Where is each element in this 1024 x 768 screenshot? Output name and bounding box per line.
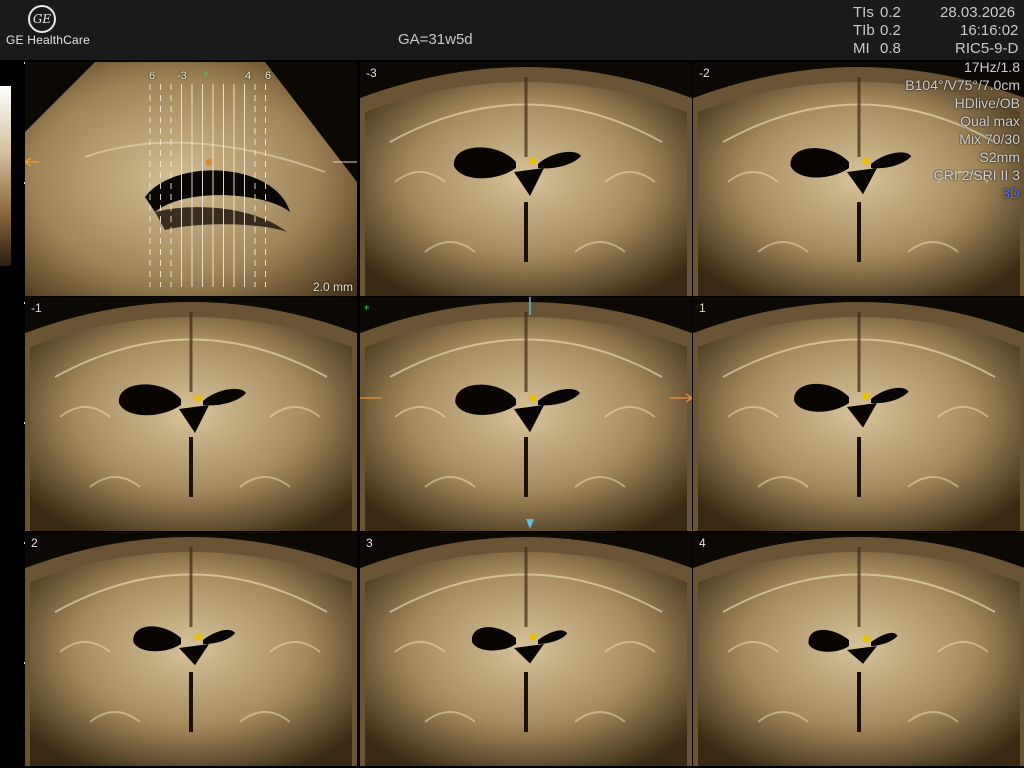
- tib-value: 0.2: [880, 22, 901, 39]
- slice-number: 2: [31, 536, 38, 550]
- slice-number: -2: [699, 66, 710, 80]
- center-slice-view[interactable]: *: [360, 297, 692, 531]
- slice-view[interactable]: 3: [360, 532, 692, 766]
- coronal-image: [25, 532, 357, 766]
- info-line: 17Hz/1.8: [963, 59, 1020, 75]
- sagittal-image: *: [25, 62, 357, 296]
- marker-dot: [862, 392, 870, 400]
- tis-label: TIs: [853, 4, 874, 21]
- marker-dot: [194, 633, 202, 641]
- slice-spacing-label: 2.0 mm: [312, 280, 353, 294]
- marker-dot: [862, 635, 870, 643]
- marker-dot: [529, 394, 537, 402]
- exam-time: 16:16:02: [960, 22, 1019, 39]
- mode-3d-label: 3D: [1002, 185, 1020, 201]
- coronal-image: [25, 297, 357, 531]
- gestational-age: GA=31w5d: [398, 31, 473, 48]
- acquisition-info-panel: 17Hz/1.8 B104°/V75°/7.0cm HDlive/OB Qual…: [905, 58, 1020, 202]
- info-line: Mix 70/30: [959, 131, 1020, 147]
- grayscale-bar: [0, 86, 11, 266]
- slice-number: -1: [31, 301, 42, 315]
- info-line: CRI 2/SRI II 3: [933, 167, 1020, 183]
- coronal-image: [360, 532, 692, 766]
- slice-view[interactable]: -1: [25, 297, 357, 531]
- slice-number: 1: [699, 301, 706, 315]
- tib-label: TIb: [853, 22, 875, 39]
- header-bar: GE GE HealthCare GA=31w5d TIs 0.2 TIb 0.…: [0, 0, 1024, 60]
- marker-dot: [862, 157, 870, 165]
- reference-slice-label: 6: [265, 70, 272, 82]
- marker-dot: [529, 157, 537, 165]
- slice-view[interactable]: 1: [693, 297, 1024, 531]
- coronal-image: [693, 532, 1024, 766]
- slice-number: 3: [366, 536, 373, 550]
- marker-dot: [529, 633, 537, 641]
- slice-view[interactable]: 4: [693, 532, 1024, 766]
- info-line: HDlive/OB: [954, 95, 1020, 111]
- info-line: Qual max: [960, 113, 1020, 129]
- coronal-image: [693, 297, 1024, 531]
- reference-slice-label: -3: [177, 70, 187, 82]
- mi-label: MI: [853, 40, 870, 57]
- tis-value: 0.2: [880, 4, 901, 21]
- exam-date: 28.03.2026: [940, 4, 1016, 21]
- coronal-image: *: [360, 297, 692, 531]
- reference-slice-label: 6: [149, 70, 156, 82]
- center-marker: [205, 158, 213, 166]
- orientation-star-icon: *: [364, 303, 370, 316]
- brand-name: GE HealthCare: [6, 33, 90, 47]
- info-line: B104°/V75°/7.0cm: [905, 77, 1020, 93]
- slice-view[interactable]: 2: [25, 532, 357, 766]
- reference-sagittal-view[interactable]: * 6 -3 4 6 2.0 mm: [25, 62, 357, 296]
- slice-view[interactable]: -3: [360, 62, 692, 296]
- logo-monogram: GE: [32, 12, 52, 26]
- slice-number: 4: [699, 536, 706, 550]
- probe-name: RIC5-9-D: [955, 40, 1019, 57]
- ge-logo-icon: GE: [28, 5, 56, 33]
- orientation-star-icon: *: [203, 69, 209, 82]
- mi-value: 0.8: [880, 40, 901, 57]
- info-line: S2mm: [979, 149, 1020, 165]
- slice-number: -3: [366, 66, 377, 80]
- marker-dot: [194, 394, 202, 402]
- coronal-image: [360, 62, 692, 296]
- reference-slice-label: 4: [245, 70, 252, 82]
